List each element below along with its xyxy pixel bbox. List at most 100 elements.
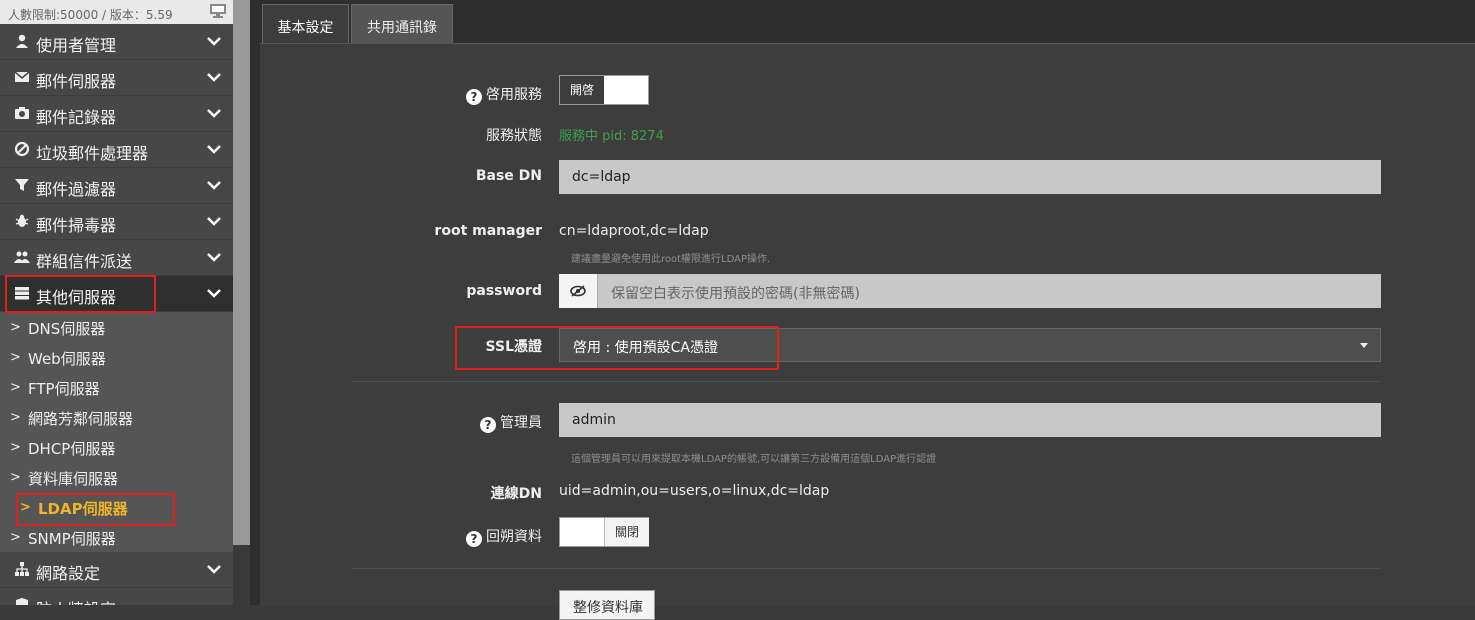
question-circle-icon[interactable]: ? bbox=[466, 89, 482, 105]
chevron-down-icon bbox=[207, 73, 221, 82]
chevron-right-icon: > bbox=[10, 380, 21, 395]
root-manager-label: root manager bbox=[434, 223, 542, 239]
section-divider bbox=[352, 381, 1381, 382]
tab-shared-addressbook[interactable]: 共用通訊錄 bbox=[351, 4, 453, 44]
base-dn-value: dc=ldap bbox=[572, 169, 631, 185]
admin-input[interactable]: admin bbox=[559, 403, 1381, 437]
enable-service-label: 啓用服務 bbox=[486, 87, 542, 103]
sidebar-topbar: 人數限制:50000 / 版本：5.59 bbox=[0, 0, 233, 24]
section-divider bbox=[352, 568, 1381, 569]
sub-item-label: DNS伺服器 bbox=[28, 320, 106, 338]
sub-item-label: 資料庫伺服器 bbox=[28, 470, 119, 488]
monitor-icon[interactable] bbox=[209, 3, 227, 19]
user-icon bbox=[16, 34, 28, 48]
toggle-state: 開啓 bbox=[560, 76, 604, 104]
password-placeholder: 保留空白表示使用預設的密碼(非無密碼) bbox=[611, 286, 860, 302]
menu-label: 防火牆設定 bbox=[36, 596, 116, 605]
menu-mail-recorder[interactable]: 郵件記錄器 bbox=[0, 96, 233, 132]
chevron-right-icon: > bbox=[10, 350, 21, 365]
chevron-down-icon bbox=[207, 217, 221, 226]
sidebar-scrollbar[interactable] bbox=[233, 0, 250, 545]
menu-network-settings[interactable]: 網路設定 bbox=[0, 552, 233, 588]
tab-label: 基本設定 bbox=[277, 20, 334, 36]
sub-item-database[interactable]: > 資料庫伺服器 bbox=[0, 462, 233, 492]
root-manager-hint: 建議盡量避免使用此root權限進行LDAP操作. bbox=[571, 254, 771, 265]
chevron-right-icon: > bbox=[10, 320, 21, 335]
other-servers-submenu: > DNS伺服器 > Web伺服器 > FTP伺服器 > 網路芳鄰伺服器 > DHCP伺服… bbox=[0, 312, 233, 552]
menu-label: 郵件過濾器 bbox=[36, 180, 117, 199]
users-icon bbox=[14, 251, 30, 263]
base-dn-label: Base DN bbox=[475, 168, 542, 184]
admin-hint: 這個管理員可以用來提取本機LDAP的帳號,可以讓第三方設備用這個LDAP進行認證 bbox=[571, 454, 937, 465]
repair-database-button[interactable]: 整修資料庫 bbox=[559, 590, 655, 620]
chevron-down-icon bbox=[207, 181, 221, 190]
bind-dn-label: 連線DN bbox=[490, 486, 542, 502]
base-dn-input[interactable]: dc=ldap bbox=[559, 160, 1381, 194]
admin-label: 管理員 bbox=[500, 415, 542, 431]
menu-user-management[interactable]: 使用者管理 bbox=[0, 24, 233, 60]
camera-icon bbox=[15, 107, 29, 119]
backtrack-toggle[interactable]: 關閉 bbox=[559, 517, 649, 547]
ssl-cert-selected: 啓用 : 使用預設CA憑證 bbox=[573, 340, 718, 356]
chevron-right-icon: > bbox=[10, 440, 21, 455]
menu-label: 郵件掃毒器 bbox=[36, 216, 117, 235]
menu-mail-filter[interactable]: 郵件過濾器 bbox=[0, 168, 233, 204]
sub-item-ftp[interactable]: > FTP伺服器 bbox=[0, 372, 233, 402]
status-label: 服務狀態 bbox=[486, 128, 542, 144]
repair-database-label: 整修資料庫 bbox=[573, 600, 643, 616]
tab-basic-settings[interactable]: 基本設定 bbox=[262, 4, 349, 44]
ban-icon bbox=[14, 141, 30, 157]
backtrack-row-label: ? 回朔資料 bbox=[262, 526, 542, 547]
sub-item-label: Web伺服器 bbox=[28, 350, 106, 368]
chevron-right-icon: > bbox=[10, 470, 21, 485]
chevron-down-icon bbox=[207, 109, 221, 118]
menu-spam-processor[interactable]: 垃圾郵件處理器 bbox=[0, 132, 233, 168]
chevron-right-icon: > bbox=[10, 530, 21, 545]
admin-row-label: ? 管理員 bbox=[262, 412, 542, 433]
sub-item-label: 網路芳鄰伺服器 bbox=[28, 410, 134, 428]
ssl-cert-select[interactable]: 啓用 : 使用預設CA憑證 bbox=[559, 328, 1381, 362]
menu-other-servers[interactable]: 其他伺服器 bbox=[0, 276, 233, 312]
backtrack-label: 回朔資料 bbox=[486, 529, 542, 545]
settings-panel: ? 啓用服務 開啓 服務狀態 服務中 pid: 8274 Base DN dc=l… bbox=[260, 43, 1475, 620]
menu-mail-server[interactable]: 郵件伺服器 bbox=[0, 60, 233, 96]
sub-item-dns[interactable]: > DNS伺服器 bbox=[0, 312, 233, 342]
menu-label: 使用者管理 bbox=[36, 36, 117, 55]
menu-group-mail-delivery[interactable]: 群組信件派送 bbox=[0, 240, 233, 276]
password-label: password bbox=[466, 283, 542, 299]
menu-label: 其他伺服器 bbox=[36, 288, 117, 307]
question-circle-icon[interactable]: ? bbox=[466, 531, 482, 547]
root-manager-value: cn=ldaproot,dc=ldap bbox=[559, 223, 709, 239]
sub-item-snmp[interactable]: > SNMP伺服器 bbox=[0, 522, 233, 552]
question-circle-icon[interactable]: ? bbox=[480, 417, 496, 433]
enable-service-row-label: ? 啓用服務 bbox=[262, 84, 542, 105]
gutter bbox=[250, 0, 260, 605]
menu-label: 垃圾郵件處理器 bbox=[36, 144, 149, 163]
server-icon bbox=[15, 287, 29, 300]
tab-label: 共用通訊錄 bbox=[367, 20, 437, 36]
eye-slash-icon[interactable] bbox=[559, 274, 598, 308]
sub-item-label: LDAP伺服器 bbox=[38, 500, 128, 518]
sub-item-web[interactable]: > Web伺服器 bbox=[0, 342, 233, 372]
password-input[interactable]: 保留空白表示使用預設的密碼(非無密碼) bbox=[559, 274, 1381, 308]
bind-dn-value: uid=admin,ou=users,o=linux,dc=ldap bbox=[559, 483, 830, 499]
chevron-down-icon bbox=[207, 145, 221, 154]
menu-label: 群組信件派送 bbox=[36, 252, 133, 271]
sub-item-label: SNMP伺服器 bbox=[28, 530, 116, 548]
envelope-icon bbox=[14, 71, 30, 82]
tab-bar: 基本設定 共用通訊錄 bbox=[260, 0, 1475, 44]
sub-item-dhcp[interactable]: > DHCP伺服器 bbox=[0, 432, 233, 462]
sub-item-ldap[interactable]: > LDAP伺服器 bbox=[0, 492, 233, 522]
chevron-right-icon: > bbox=[10, 410, 21, 425]
menu-label: 網路設定 bbox=[36, 564, 101, 583]
filter-icon bbox=[15, 179, 29, 191]
toggle-state: 關閉 bbox=[604, 518, 649, 546]
chevron-right-icon: > bbox=[20, 500, 31, 515]
bug-icon bbox=[15, 214, 29, 227]
menu-label: 郵件記錄器 bbox=[36, 108, 117, 127]
menu-virus-scanner[interactable]: 郵件掃毒器 bbox=[0, 204, 233, 240]
enable-service-toggle[interactable]: 開啓 bbox=[559, 75, 649, 105]
sub-item-samba[interactable]: > 網路芳鄰伺服器 bbox=[0, 402, 233, 432]
chevron-down-icon bbox=[207, 253, 221, 262]
menu-firewall-settings[interactable]: 防火牆設定 bbox=[0, 588, 233, 605]
